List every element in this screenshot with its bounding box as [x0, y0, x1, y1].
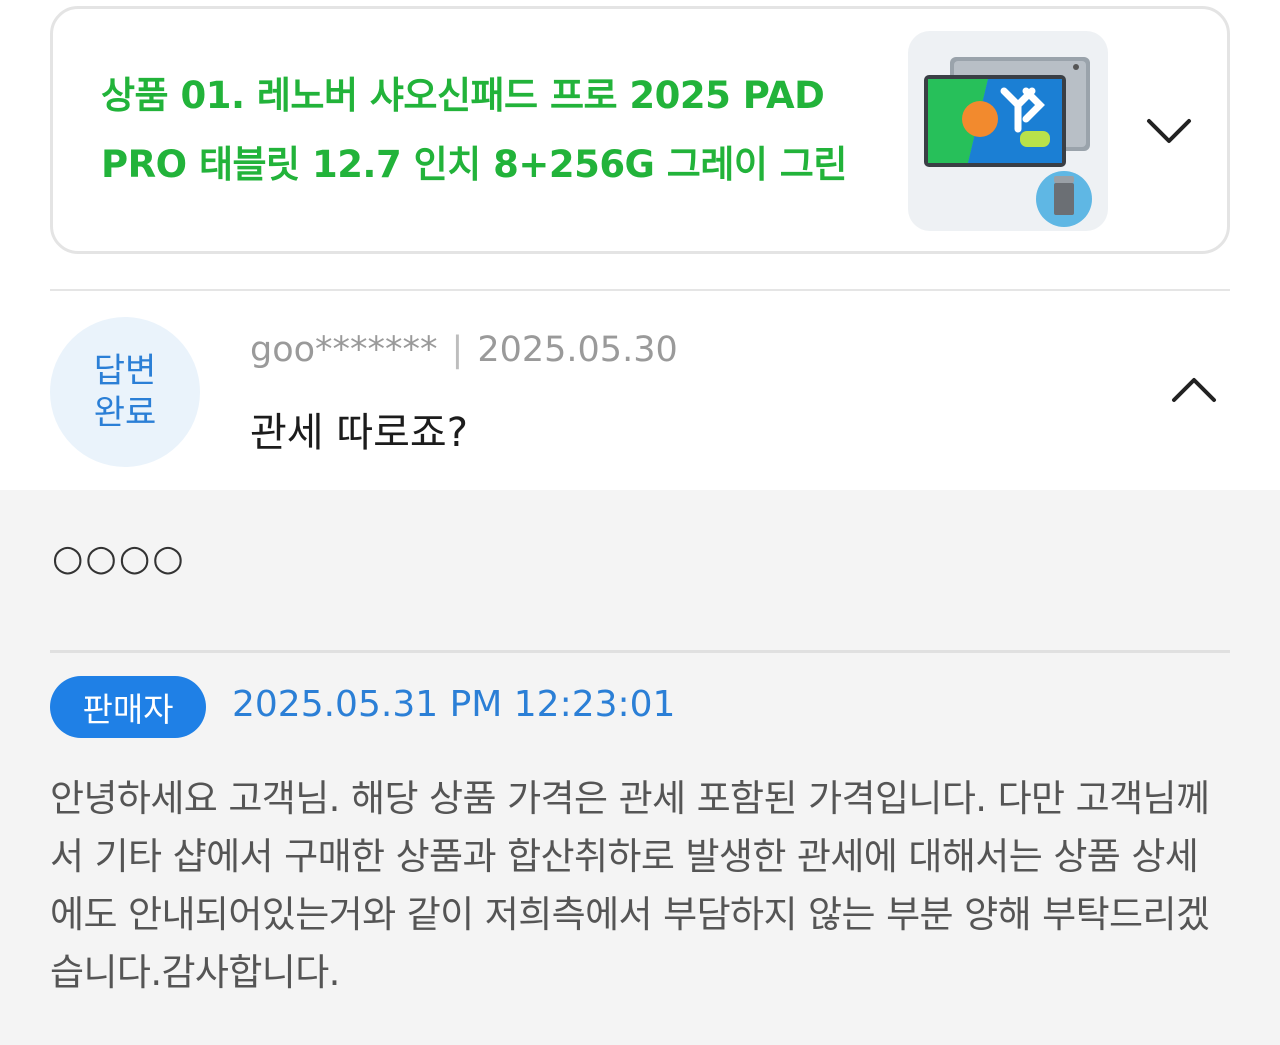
question-meta: goo******* | 2025.05.30 — [250, 330, 678, 370]
answer-complete-badge: 답변 완료 — [50, 317, 200, 467]
tablet-product-image — [924, 57, 1092, 227]
product-thumbnail[interactable] — [908, 31, 1108, 231]
masked-question-detail: ○○○○ — [52, 538, 186, 579]
chevron-up-icon[interactable] — [1168, 372, 1220, 406]
author-id: goo******* — [250, 330, 438, 370]
question-text: 관세 따로죠? — [250, 410, 468, 456]
chevron-down-icon[interactable] — [1143, 113, 1195, 147]
answer-panel: ○○○○ 판매자 2025.05.31 PM 12:23:01 안녕하세요 고객… — [0, 490, 1280, 1045]
meta-separator: | — [451, 330, 464, 370]
seller-badge: 판매자 — [50, 676, 206, 738]
question-date: 2025.05.30 — [477, 330, 678, 370]
product-card[interactable]: 상품 01. 레노버 샤오신패드 프로 2025 PAD PRO 태블릿 12.… — [50, 6, 1230, 254]
section-divider — [50, 289, 1230, 291]
product-title[interactable]: 상품 01. 레노버 샤오신패드 프로 2025 PAD PRO 태블릿 12.… — [101, 61, 891, 199]
answer-text: 안녕하세요 고객님. 해당 상품 가격은 관세 포함된 가격입니다. 다만 고객… — [50, 777, 1210, 994]
answer-date: 2025.05.31 PM 12:23:01 — [232, 684, 676, 725]
answer-divider — [50, 650, 1230, 653]
